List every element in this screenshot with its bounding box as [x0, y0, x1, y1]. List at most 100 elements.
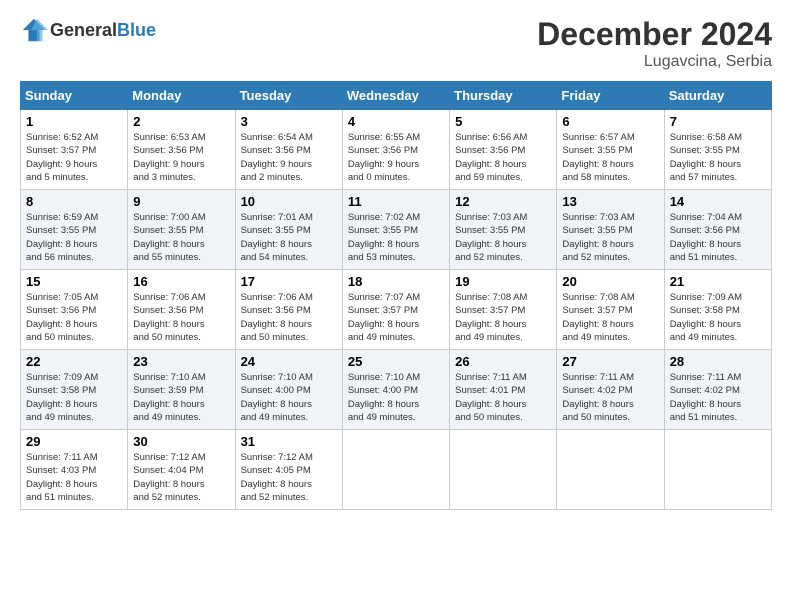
day-cell-17: 17Sunrise: 7:06 AM Sunset: 3:56 PM Dayli… — [235, 270, 342, 350]
day-number-24: 24 — [241, 354, 337, 369]
logo: GeneralBlue — [20, 16, 156, 44]
day-cell-31: 31 Sunrise: 7:12 AM Sunset: 4:05 PM Dayli… — [235, 430, 342, 510]
weekday-header-saturday: Saturday — [664, 82, 771, 110]
calendar-body: 1 Sunrise: 6:52 AM Sunset: 3:57 PM Daylig… — [21, 110, 772, 510]
day-info-1: Sunrise: 6:52 AM Sunset: 3:57 PM Dayligh… — [26, 131, 122, 184]
day-number-23: 23 — [133, 354, 229, 369]
day-info-11: Sunrise: 7:02 AM Sunset: 3:55 PM Dayligh… — [348, 211, 444, 264]
logo-text-blue: Blue — [117, 20, 156, 40]
day-cell-12: 12Sunrise: 7:03 AM Sunset: 3:55 PM Dayli… — [450, 190, 557, 270]
day-cell-10: 10 Sunrise: 7:01 AM Sunset: 3:55 PM Dayli… — [235, 190, 342, 270]
day-number-31: 31 — [241, 434, 337, 449]
weekday-header-sunday: Sunday — [21, 82, 128, 110]
day-number-11: 11 — [348, 194, 444, 209]
day-number-2: 2 — [133, 114, 229, 129]
weekday-header-wednesday: Wednesday — [342, 82, 449, 110]
week-row-1: 1 Sunrise: 6:52 AM Sunset: 3:57 PM Daylig… — [21, 110, 772, 190]
day-info-2: Sunrise: 6:53 AM Sunset: 3:56 PM Dayligh… — [133, 131, 229, 184]
day-number-25: 25 — [348, 354, 444, 369]
day-cell-14: 14 Sunrise: 7:04 AM Sunset: 3:56 PM Dayli… — [664, 190, 771, 270]
day-info-19: Sunrise: 7:08 AM Sunset: 3:57 PM Dayligh… — [455, 291, 551, 344]
week-row-5: 29 Sunrise: 7:11 AM Sunset: 4:03 PM Dayli… — [21, 430, 772, 510]
day-number-17: 17 — [241, 274, 337, 289]
day-number-3: 3 — [241, 114, 337, 129]
day-cell-29: 29 Sunrise: 7:11 AM Sunset: 4:03 PM Dayli… — [21, 430, 128, 510]
day-info-23: Sunrise: 7:10 AM Sunset: 3:59 PM Dayligh… — [133, 371, 229, 424]
day-cell-5: 5Sunrise: 6:56 AM Sunset: 3:56 PM Daylig… — [450, 110, 557, 190]
day-info-18: Sunrise: 7:07 AM Sunset: 3:57 PM Dayligh… — [348, 291, 444, 344]
day-number-30: 30 — [133, 434, 229, 449]
weekday-header-thursday: Thursday — [450, 82, 557, 110]
day-cell-21: 21 Sunrise: 7:09 AM Sunset: 3:58 PM Dayli… — [664, 270, 771, 350]
logo-text-general: General — [50, 20, 117, 40]
day-number-4: 4 — [348, 114, 444, 129]
day-cell-24: 24Sunrise: 7:10 AM Sunset: 4:00 PM Dayli… — [235, 350, 342, 430]
empty-cell — [450, 430, 557, 510]
day-cell-8: 8 Sunrise: 6:59 AM Sunset: 3:55 PM Daylig… — [21, 190, 128, 270]
day-info-9: Sunrise: 7:00 AM Sunset: 3:55 PM Dayligh… — [133, 211, 229, 264]
day-cell-6: 6 Sunrise: 6:57 AM Sunset: 3:55 PM Daylig… — [557, 110, 664, 190]
day-cell-3: 3Sunrise: 6:54 AM Sunset: 3:56 PM Daylig… — [235, 110, 342, 190]
day-cell-4: 4 Sunrise: 6:55 AM Sunset: 3:56 PM Daylig… — [342, 110, 449, 190]
day-number-15: 15 — [26, 274, 122, 289]
day-number-20: 20 — [562, 274, 658, 289]
day-number-9: 9 — [133, 194, 229, 209]
day-cell-28: 28Sunrise: 7:11 AM Sunset: 4:02 PM Dayli… — [664, 350, 771, 430]
day-info-31: Sunrise: 7:12 AM Sunset: 4:05 PM Dayligh… — [241, 451, 337, 504]
day-info-28: Sunrise: 7:11 AM Sunset: 4:02 PM Dayligh… — [670, 371, 766, 424]
day-cell-15: 15Sunrise: 7:05 AM Sunset: 3:56 PM Dayli… — [21, 270, 128, 350]
calendar-table: SundayMondayTuesdayWednesdayThursdayFrid… — [20, 81, 772, 510]
day-info-21: Sunrise: 7:09 AM Sunset: 3:58 PM Dayligh… — [670, 291, 766, 344]
day-number-27: 27 — [562, 354, 658, 369]
header: GeneralBlue December 2024 Lugavcina, Ser… — [20, 16, 772, 71]
month-title: December 2024 — [537, 16, 772, 53]
day-cell-19: 19 Sunrise: 7:08 AM Sunset: 3:57 PM Dayli… — [450, 270, 557, 350]
day-info-22: Sunrise: 7:09 AM Sunset: 3:58 PM Dayligh… — [26, 371, 122, 424]
weekday-header-monday: Monday — [128, 82, 235, 110]
day-info-25: Sunrise: 7:10 AM Sunset: 4:00 PM Dayligh… — [348, 371, 444, 424]
day-info-14: Sunrise: 7:04 AM Sunset: 3:56 PM Dayligh… — [670, 211, 766, 264]
location-title: Lugavcina, Serbia — [537, 53, 772, 71]
week-row-2: 8 Sunrise: 6:59 AM Sunset: 3:55 PM Daylig… — [21, 190, 772, 270]
week-row-3: 15Sunrise: 7:05 AM Sunset: 3:56 PM Dayli… — [21, 270, 772, 350]
day-info-6: Sunrise: 6:57 AM Sunset: 3:55 PM Dayligh… — [562, 131, 658, 184]
day-info-29: Sunrise: 7:11 AM Sunset: 4:03 PM Dayligh… — [26, 451, 122, 504]
day-number-1: 1 — [26, 114, 122, 129]
day-info-10: Sunrise: 7:01 AM Sunset: 3:55 PM Dayligh… — [241, 211, 337, 264]
day-info-27: Sunrise: 7:11 AM Sunset: 4:02 PM Dayligh… — [562, 371, 658, 424]
day-number-16: 16 — [133, 274, 229, 289]
day-cell-22: 22Sunrise: 7:09 AM Sunset: 3:58 PM Dayli… — [21, 350, 128, 430]
day-cell-27: 27 Sunrise: 7:11 AM Sunset: 4:02 PM Dayli… — [557, 350, 664, 430]
day-number-12: 12 — [455, 194, 551, 209]
day-number-14: 14 — [670, 194, 766, 209]
day-info-30: Sunrise: 7:12 AM Sunset: 4:04 PM Dayligh… — [133, 451, 229, 504]
day-info-8: Sunrise: 6:59 AM Sunset: 3:55 PM Dayligh… — [26, 211, 122, 264]
day-info-4: Sunrise: 6:55 AM Sunset: 3:56 PM Dayligh… — [348, 131, 444, 184]
day-number-7: 7 — [670, 114, 766, 129]
day-cell-11: 11 Sunrise: 7:02 AM Sunset: 3:55 PM Dayli… — [342, 190, 449, 270]
weekday-header-tuesday: Tuesday — [235, 82, 342, 110]
day-number-6: 6 — [562, 114, 658, 129]
day-number-18: 18 — [348, 274, 444, 289]
day-number-29: 29 — [26, 434, 122, 449]
day-cell-7: 7 Sunrise: 6:58 AM Sunset: 3:55 PM Daylig… — [664, 110, 771, 190]
day-info-20: Sunrise: 7:08 AM Sunset: 3:57 PM Dayligh… — [562, 291, 658, 344]
day-number-19: 19 — [455, 274, 551, 289]
day-cell-25: 25 Sunrise: 7:10 AM Sunset: 4:00 PM Dayli… — [342, 350, 449, 430]
day-cell-16: 16 Sunrise: 7:06 AM Sunset: 3:56 PM Dayli… — [128, 270, 235, 350]
day-info-13: Sunrise: 7:03 AM Sunset: 3:55 PM Dayligh… — [562, 211, 658, 264]
weekday-header-row: SundayMondayTuesdayWednesdayThursdayFrid… — [21, 82, 772, 110]
day-number-10: 10 — [241, 194, 337, 209]
day-number-8: 8 — [26, 194, 122, 209]
day-cell-1: 1 Sunrise: 6:52 AM Sunset: 3:57 PM Daylig… — [21, 110, 128, 190]
empty-cell — [557, 430, 664, 510]
day-cell-9: 9 Sunrise: 7:00 AM Sunset: 3:55 PM Daylig… — [128, 190, 235, 270]
day-info-7: Sunrise: 6:58 AM Sunset: 3:55 PM Dayligh… — [670, 131, 766, 184]
empty-cell — [664, 430, 771, 510]
day-info-16: Sunrise: 7:06 AM Sunset: 3:56 PM Dayligh… — [133, 291, 229, 344]
day-cell-18: 18 Sunrise: 7:07 AM Sunset: 3:57 PM Dayli… — [342, 270, 449, 350]
day-number-21: 21 — [670, 274, 766, 289]
day-number-13: 13 — [562, 194, 658, 209]
day-number-26: 26 — [455, 354, 551, 369]
day-cell-13: 13 Sunrise: 7:03 AM Sunset: 3:55 PM Dayli… — [557, 190, 664, 270]
